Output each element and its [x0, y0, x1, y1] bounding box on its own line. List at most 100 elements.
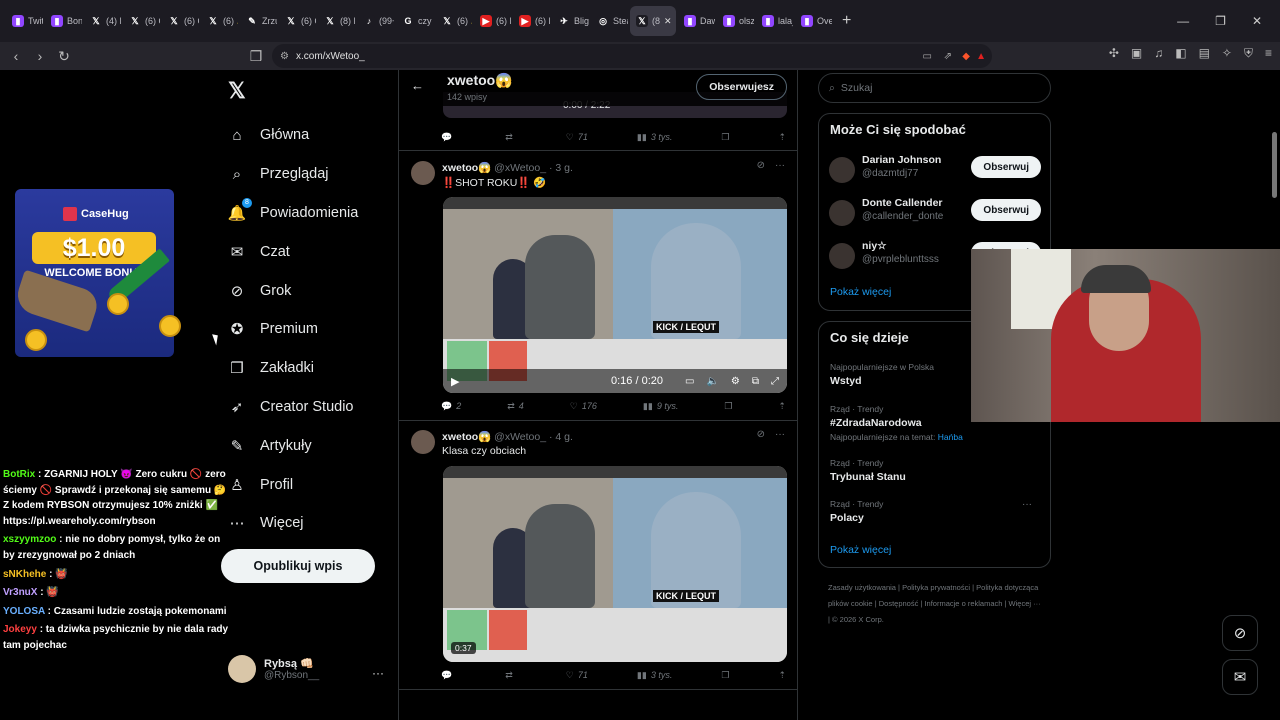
account-more-icon[interactable]: ···: [372, 666, 384, 680]
sidebar-item-premium[interactable]: ✪ Premium: [228, 310, 358, 349]
like-icon[interactable]: ♡ 71: [566, 670, 588, 681]
trend-more-icon[interactable]: ···: [1022, 499, 1032, 510]
volume-icon[interactable]: 🔈: [706, 376, 718, 387]
browser-tab[interactable]: ▮ olszak: [717, 6, 754, 36]
suggested-account[interactable]: Donte Callender @callender_donte Obserwu…: [829, 197, 1041, 231]
sidebar-item-article[interactable]: ✎ Artykuły: [228, 426, 358, 465]
bookmark-icon[interactable]: ❒: [721, 670, 729, 681]
back-arrow-icon[interactable]: ←: [411, 78, 424, 93]
brave-shield-icon[interactable]: ◆: [962, 51, 970, 62]
avatar[interactable]: [829, 243, 855, 269]
following-button[interactable]: Obserwujesz: [696, 74, 787, 100]
footer-link[interactable]: Informacje o reklamach: [924, 599, 1002, 608]
browser-tab[interactable]: ▮ Twitch: [6, 6, 43, 36]
browser-tab[interactable]: ◎ Steam: [591, 6, 628, 36]
leo-icon[interactable]: ✧: [1222, 46, 1232, 61]
browser-tab[interactable]: 𝕏 (6) Q3: [123, 6, 160, 36]
browser-tab[interactable]: ▶ (6) Bl: [513, 6, 550, 36]
tweet-time[interactable]: · 3 g.: [549, 162, 573, 174]
tweet-handle[interactable]: @xWetoo_: [494, 431, 546, 443]
browser-tab[interactable]: ▮ Bonk: [45, 6, 82, 36]
tweet[interactable]: xwetoo😱 @xWetoo_ · 4 g. ⊘ ··· Klasa czy o…: [399, 420, 797, 689]
views-icon[interactable]: ▮▮ 9 tys.: [643, 401, 678, 412]
close-window-icon[interactable]: ✕: [1252, 14, 1262, 28]
suggested-account[interactable]: Darian Johnson @dazmtdj77 Obserwuj: [829, 154, 1041, 188]
browser-tab[interactable]: 𝕏 (6) ✨: [435, 6, 472, 36]
browser-tab[interactable]: 𝕏 (6) Q3: [279, 6, 316, 36]
tweet[interactable]: xwetoo😱 @xWetoo_ · 3 g. ⊘ ··· ‼️SHOT ROKU…: [399, 151, 797, 420]
reply-icon[interactable]: 💬: [441, 132, 456, 143]
vpn-icon[interactable]: ⛨: [1244, 46, 1253, 61]
bookmark-icon[interactable]: ❒: [721, 132, 729, 143]
trend-item[interactable]: Rząd · Trendy Polacy ···: [830, 499, 1042, 524]
like-icon[interactable]: ♡ 71: [566, 132, 588, 143]
avatar[interactable]: [411, 161, 435, 185]
post-button[interactable]: Opublikuj wpis: [221, 549, 375, 583]
sidebar-item-search[interactable]: ⌕ Przeglądaj: [228, 155, 358, 194]
browser-tab[interactable]: Gczy sł: [396, 6, 433, 36]
sidebar-item-bookmark[interactable]: ❒ Zakładki: [228, 349, 358, 388]
browser-tab[interactable]: 𝕏 (8) Ra: [318, 6, 355, 36]
tweet-handle[interactable]: @xWetoo_: [494, 162, 546, 174]
follow-button[interactable]: Obserwuj: [971, 156, 1041, 178]
x-logo-icon[interactable]: 𝕏: [228, 78, 246, 104]
grok-fab-icon[interactable]: ⊘: [1222, 615, 1258, 651]
fullscreen-icon[interactable]: ⤢: [771, 376, 779, 387]
browser-tab[interactable]: 𝕏 (4) DC: [84, 6, 121, 36]
footer-link[interactable]: © 2026 X Corp.: [832, 615, 884, 624]
share-icon[interactable]: ⇗: [944, 51, 952, 62]
sidebar-item-profile[interactable]: ♙ Profil: [228, 465, 358, 504]
captions-icon[interactable]: ▭: [685, 376, 694, 387]
close-tab-icon[interactable]: ✕: [664, 16, 672, 27]
share-icon[interactable]: ⇡: [778, 401, 786, 412]
repost-icon[interactable]: ⇄: [505, 670, 517, 681]
views-icon[interactable]: ▮▮ 3 tys.: [637, 670, 672, 681]
like-icon[interactable]: ♡ 176: [570, 401, 597, 412]
footer-link[interactable]: Zasady użytkowania: [828, 583, 896, 592]
browser-tab[interactable]: ▮ Overp: [795, 6, 832, 36]
grok-explain-icon[interactable]: ⊘: [757, 429, 765, 440]
share-icon[interactable]: ⇡: [778, 132, 786, 143]
tweet-video[interactable]: KICK / LEQUT ▶ 0:16 / 0:20 ▭ 🔈 ⚙ ⧉ ⤢: [443, 197, 787, 393]
menu-icon[interactable]: ≡: [1265, 46, 1272, 61]
reply-icon[interactable]: 💬 2: [441, 401, 461, 412]
avatar[interactable]: [829, 157, 855, 183]
avatar[interactable]: [411, 430, 435, 454]
tweet-video[interactable]: KICK / LEQUT 0:37: [443, 466, 787, 662]
search-input[interactable]: ⌕ Szukaj: [818, 73, 1051, 103]
new-tab-icon[interactable]: +: [834, 12, 859, 30]
brave-rewards-icon[interactable]: ▲: [976, 51, 986, 62]
bookmark-page-icon[interactable]: ❒: [244, 48, 268, 65]
extensions-icon[interactable]: ✣: [1109, 46, 1119, 61]
url-field[interactable]: ⚙ x.com/xWetoo_ ▭ ⇗ ◆ ▲: [272, 44, 992, 68]
sidebar-item-grok[interactable]: ⊘ Grok: [228, 271, 358, 310]
browser-tab[interactable]: 𝕏 (8 ✕: [630, 6, 676, 36]
browser-tab[interactable]: 𝕏 (6) Ol: [162, 6, 199, 36]
repost-icon[interactable]: ⇄ 4: [507, 401, 524, 412]
messages-fab-icon[interactable]: ✉: [1222, 659, 1258, 695]
browser-tab[interactable]: ▮ Dawid: [678, 6, 715, 36]
forward-icon[interactable]: ›: [28, 48, 52, 64]
sidebar-item-bell[interactable]: 🔔 8 Powiadomienia: [228, 194, 358, 233]
show-more-link[interactable]: Pokaż więcej: [830, 286, 891, 298]
page-scrollbar[interactable]: [1272, 132, 1277, 198]
pip-icon[interactable]: ⧉: [752, 376, 759, 387]
maximize-icon[interactable]: ❐: [1215, 14, 1226, 28]
footer-link[interactable]: Dostępność: [879, 599, 919, 608]
sidebar-item-mail[interactable]: ✉ Czat: [228, 232, 358, 271]
browser-tab[interactable]: 𝕏 (6) ✨: [201, 6, 238, 36]
reply-icon[interactable]: 💬: [441, 670, 456, 681]
tweet-more-icon[interactable]: ···: [775, 160, 785, 171]
screenshot-icon[interactable]: ▣: [1131, 46, 1142, 61]
browser-tab[interactable]: ♪ (99+): [357, 6, 394, 36]
media-icon[interactable]: ♫: [1154, 46, 1163, 61]
site-info-icon[interactable]: ⚙: [280, 51, 289, 62]
minimize-icon[interactable]: —: [1177, 14, 1189, 28]
views-icon[interactable]: ▮▮ 3 tys.: [637, 132, 672, 143]
tweet-author[interactable]: xwetoo😱: [442, 162, 491, 174]
tweet-more-icon[interactable]: ···: [775, 429, 785, 440]
tweet-author[interactable]: xwetoo😱: [442, 431, 491, 443]
wallet-icon[interactable]: ▤: [1199, 46, 1210, 61]
bookmark-icon[interactable]: ❒: [724, 401, 732, 412]
avatar[interactable]: [829, 200, 855, 226]
